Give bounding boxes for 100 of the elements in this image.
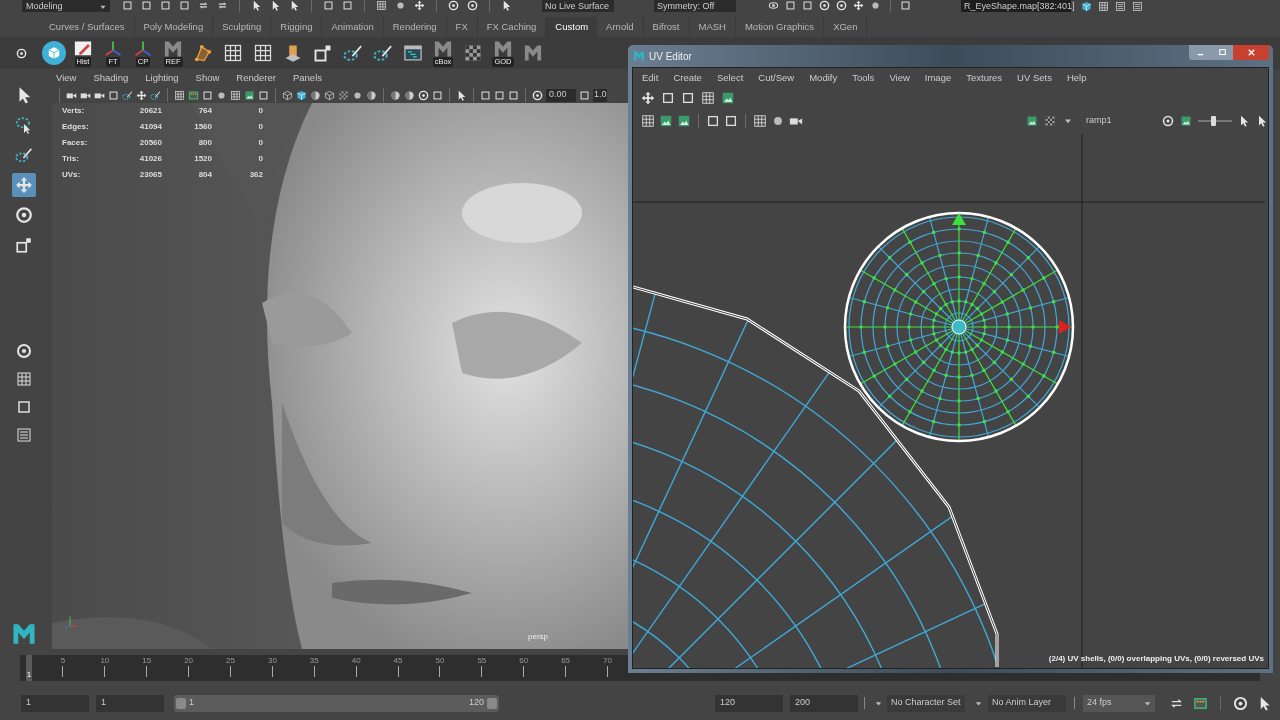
rotate-icon[interactable] [836,0,847,11]
uv-menu-item[interactable]: Edit [642,70,659,86]
cube-icon[interactable] [1081,1,1092,12]
rotate-icon[interactable] [819,0,830,11]
uv-menu-item[interactable]: Modify [809,70,838,86]
rotate-icon[interactable] [1162,115,1174,127]
rotate-icon[interactable] [467,0,478,11]
vertices-icon[interactable] [193,43,213,63]
slider-handle[interactable] [176,697,186,709]
square-icon[interactable] [480,89,491,101]
square-icon[interactable] [494,89,505,101]
list-icon[interactable] [16,427,32,443]
cube-icon[interactable] [296,89,307,101]
grid-icon[interactable] [174,89,185,101]
brush-icon[interactable] [122,89,133,101]
grid-icon[interactable] [1098,1,1109,12]
rotate-icon[interactable] [1233,695,1248,711]
square-icon[interactable] [802,0,813,11]
viewport-menu-item[interactable]: Renderer [236,70,276,86]
eye-icon[interactable] [768,0,779,11]
current-frame-marker[interactable]: 1 [26,655,32,681]
image-icon[interactable] [659,114,673,128]
playback-end-field[interactable]: 120 [715,694,783,712]
square-icon[interactable] [579,89,590,101]
uv-menu-item[interactable]: Image [924,70,952,86]
image-icon[interactable] [721,91,735,105]
slider-thumb[interactable] [1211,116,1217,126]
grid-icon[interactable] [16,371,32,387]
rotate-icon[interactable] [16,343,32,359]
uv-menu-item[interactable]: Cut/Sew [758,70,795,86]
dot-icon[interactable] [870,0,881,11]
list-icon[interactable] [1132,1,1143,12]
arrow-icon[interactable] [270,0,281,11]
square-icon[interactable] [681,91,695,105]
poly-cube-button[interactable] [42,41,66,65]
viewport-menu-item[interactable]: Shading [93,70,129,86]
square-icon[interactable] [900,0,911,11]
axes-icon[interactable] [103,39,123,59]
arrow-icon[interactable] [456,89,467,101]
grid-icon[interactable] [641,114,655,128]
uv-menu-item[interactable]: Create [673,70,702,86]
end-frame-field[interactable]: 200 [790,694,858,712]
shelf-tab[interactable]: Custom [546,17,598,37]
scale-icon[interactable] [313,43,333,63]
square-icon[interactable] [258,89,269,101]
square-icon[interactable] [342,0,353,11]
playback-start-field[interactable]: 1 [96,694,164,712]
m-logo-icon[interactable] [433,39,453,59]
uv-menu-item[interactable]: Help [1066,70,1087,86]
image-icon[interactable] [1180,115,1192,127]
axes-icon[interactable] [133,39,153,59]
cube-icon[interactable] [324,89,335,101]
square-icon[interactable] [706,114,720,128]
grid-icon[interactable] [230,89,241,101]
arrow-icon[interactable] [251,0,262,11]
start-frame-field[interactable]: 1 [21,694,89,712]
m-logo-icon[interactable] [163,39,183,59]
square-icon[interactable] [160,0,171,11]
uv-menu-item[interactable]: UV Sets [1017,70,1052,86]
uv-disc-drawing[interactable] [843,211,1075,443]
rotate-icon[interactable] [532,89,543,101]
m-logo-icon[interactable] [523,43,543,63]
move-icon[interactable] [414,0,425,11]
grid-icon[interactable] [376,0,387,11]
brush-icon[interactable] [150,89,161,101]
window-icon[interactable] [403,43,423,63]
square-icon[interactable] [724,114,738,128]
slider-handle[interactable] [487,697,497,709]
range-slider[interactable]: 1 120 [174,694,499,712]
move-tool-button[interactable] [12,173,36,197]
checker-icon[interactable] [463,43,483,63]
arrow-icon[interactable] [1256,115,1268,127]
sphere-icon[interactable] [390,89,401,101]
loop-icon[interactable] [217,0,228,11]
arrow-icon[interactable] [289,0,300,11]
square-icon[interactable] [122,0,133,11]
close-button[interactable] [1233,45,1269,60]
uv-menu-item[interactable]: Textures [966,70,1003,86]
symmetry-field[interactable]: Symmetry: Off [654,0,736,12]
dot-icon[interactable] [216,89,227,101]
m-logo-icon[interactable] [11,621,37,647]
grid-icon[interactable] [223,43,243,63]
grid-icon[interactable] [701,91,715,105]
move-icon[interactable] [136,89,147,101]
mode-dropdown[interactable]: Modeling [22,0,110,12]
move-icon[interactable] [641,91,655,105]
dot-icon[interactable] [352,89,363,101]
dot-icon[interactable] [395,0,406,11]
rotate-icon[interactable] [418,89,429,101]
brush-icon[interactable] [373,43,393,63]
film-icon[interactable] [1193,695,1208,711]
sphere-icon[interactable] [404,89,415,101]
uv-menu-item[interactable]: Tools [852,70,875,86]
exposure-field[interactable]: 0.00 [546,88,576,102]
move-icon[interactable] [853,0,864,11]
loop-icon[interactable] [198,0,209,11]
viewport-menu-item[interactable]: Lighting [145,70,179,86]
uv-menu-item[interactable]: View [889,70,910,86]
rotate-icon[interactable] [448,0,459,11]
film-icon[interactable] [188,89,199,101]
